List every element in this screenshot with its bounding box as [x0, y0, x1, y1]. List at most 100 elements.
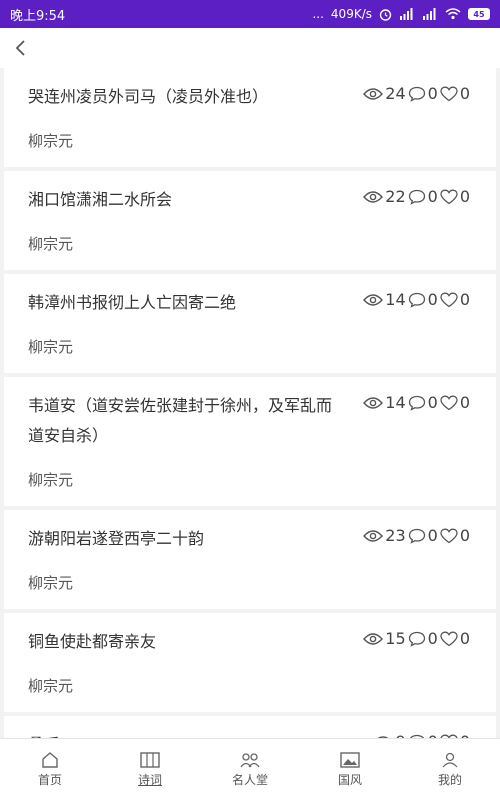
views-count: 15 [385, 629, 406, 648]
poem-stats: 15 0 0 [363, 629, 472, 648]
likes-stat[interactable]: 0 [440, 526, 472, 545]
likes-count: 0 [459, 84, 470, 103]
poem-stats: 22 0 0 [363, 187, 472, 206]
views-count: 14 [385, 290, 406, 309]
tab-mine[interactable]: 我的 [400, 739, 500, 800]
comment-icon [408, 189, 425, 205]
battery-icon: 45 [468, 8, 490, 20]
likes-stat[interactable]: 0 [440, 290, 472, 309]
comments-count: 0 [427, 526, 438, 545]
battery-level: 45 [473, 9, 485, 19]
bottom-tab-bar: 首页 诗词 名人堂 国风 我的 [0, 738, 500, 800]
heart-icon [440, 189, 458, 204]
list-item[interactable]: 铜鱼使赴都寄亲友 15 0 0 柳宗元 [4, 613, 496, 712]
likes-count: 0 [459, 526, 470, 545]
views-count: 14 [385, 393, 406, 412]
poem-author: 柳宗元 [28, 235, 74, 253]
tab-mine-label: 我的 [437, 772, 462, 787]
poem-title: 游朝阳岩遂登西亭二十韵 [28, 529, 205, 548]
list-item[interactable]: 叠后900柳宗元 [4, 716, 496, 738]
alarm-icon [379, 8, 392, 21]
poem-stats: 24 0 0 [363, 84, 472, 103]
likes-stat[interactable]: 0 [440, 187, 472, 206]
list-item[interactable]: 游朝阳岩遂登西亭二十韵 23 0 0 柳宗元 [4, 510, 496, 609]
tab-home-label: 首页 [37, 772, 62, 787]
status-time: 晚上9:54 [10, 8, 66, 24]
heart-icon [440, 528, 458, 543]
poem-title: 湘口馆潇湘二水所会 [28, 190, 173, 209]
poem-author: 柳宗元 [28, 471, 74, 489]
wifi-icon [445, 8, 461, 20]
views-stat: 24 [363, 84, 407, 103]
likes-stat[interactable]: 0 [440, 629, 472, 648]
likes-count: 0 [459, 187, 470, 206]
views-stat: 23 [363, 526, 407, 545]
poem-author: 柳宗元 [28, 132, 74, 150]
comment-icon [408, 395, 425, 411]
status-more-dots: ... [312, 7, 324, 21]
status-right: ... 409K/s 45 [312, 7, 490, 21]
comments-count: 0 [427, 84, 438, 103]
heart-icon [440, 292, 458, 307]
tab-guofeng[interactable]: 国风 [300, 739, 400, 800]
tab-poems-label: 诗词 [137, 772, 162, 787]
poem-author: 柳宗元 [28, 338, 74, 356]
likes-count: 0 [459, 629, 470, 648]
heart-icon [440, 395, 458, 410]
views-stat: 22 [363, 187, 407, 206]
signal-icon-2 [423, 8, 436, 20]
eye-icon [363, 396, 384, 409]
poem-author: 柳宗元 [28, 574, 74, 592]
poem-author: 柳宗元 [28, 677, 74, 695]
book-icon [140, 751, 160, 768]
comments-count: 0 [427, 629, 438, 648]
heart-icon [440, 631, 458, 646]
heart-icon [440, 86, 458, 101]
eye-icon [363, 190, 384, 203]
nav-bar [0, 28, 500, 68]
comment-icon [408, 292, 425, 308]
comments-stat[interactable]: 0 [408, 187, 440, 206]
comments-count: 0 [427, 290, 438, 309]
picture-icon [340, 751, 360, 768]
tab-famous-label: 名人堂 [231, 772, 268, 787]
likes-stat[interactable]: 0 [440, 393, 472, 412]
poem-list[interactable]: 哭连州凌员外司马（凌员外准也） 24 0 0 柳宗元 湘口馆潇湘二水所会 22 0 0 柳宗元 韩漳… [0, 68, 500, 738]
comments-stat[interactable]: 0 [408, 629, 440, 648]
tab-guofeng-label: 国风 [337, 772, 362, 787]
comment-icon [408, 528, 425, 544]
comments-stat[interactable]: 0 [408, 526, 440, 545]
comments-stat[interactable]: 0 [408, 84, 440, 103]
home-icon [42, 751, 58, 768]
tab-famous[interactable]: 名人堂 [200, 739, 300, 800]
list-item[interactable]: 韩漳州书报彻上人亡因寄二绝 14 0 0 柳宗元 [4, 274, 496, 373]
back-arrow-icon[interactable] [14, 38, 28, 58]
comments-count: 0 [427, 187, 438, 206]
poem-title: 哭连州凌员外司马（凌员外准也） [28, 87, 269, 106]
list-item[interactable]: 韦道安（道安尝佐张建封于徐州，及军乱而道安自杀） 14 0 0 柳宗元 [4, 377, 496, 506]
list-item[interactable]: 哭连州凌员外司马（凌员外准也） 24 0 0 柳宗元 [4, 68, 496, 167]
views-count: 23 [385, 526, 406, 545]
user-icon [442, 752, 458, 767]
list-item[interactable]: 湘口馆潇湘二水所会 22 0 0 柳宗元 [4, 171, 496, 270]
likes-count: 0 [459, 393, 470, 412]
comments-stat[interactable]: 0 [408, 290, 440, 309]
likes-stat[interactable]: 0 [440, 84, 472, 103]
tab-home[interactable]: 首页 [0, 739, 100, 800]
status-bar: 晚上9:54 ... 409K/s 45 [0, 0, 500, 28]
poem-title: 叠后 [28, 730, 333, 738]
views-count: 22 [385, 187, 406, 206]
likes-count: 0 [459, 290, 470, 309]
signal-icon [400, 8, 413, 20]
poem-title: 韩漳州书报彻上人亡因寄二绝 [28, 293, 237, 312]
network-speed: 409K/s [330, 7, 372, 21]
tab-poems[interactable]: 诗词 [100, 739, 200, 800]
poem-stats: 14 0 0 [363, 393, 472, 412]
views-stat: 14 [363, 393, 407, 412]
views-stat: 14 [363, 290, 407, 309]
comment-icon [408, 631, 425, 647]
eye-icon [363, 632, 384, 645]
poem-stats: 14 0 0 [363, 290, 472, 309]
comments-stat[interactable]: 0 [408, 393, 440, 412]
poem-title: 铜鱼使赴都寄亲友 [28, 632, 157, 651]
